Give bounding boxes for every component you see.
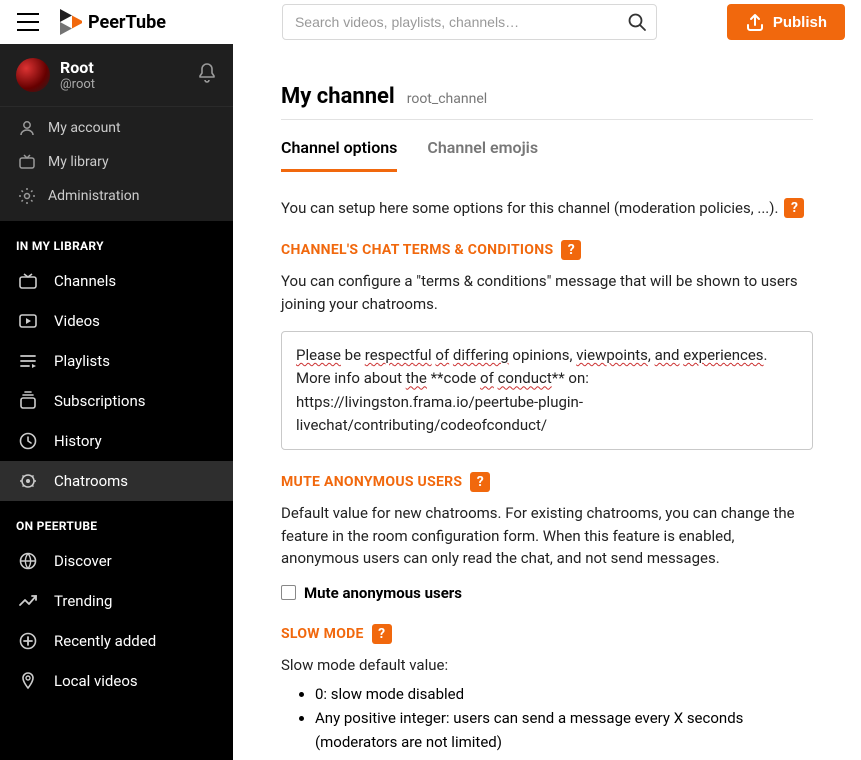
hamburger-icon [17,13,39,31]
nav-local-videos[interactable]: Local videos [0,661,233,701]
help-mute[interactable]: ? [470,472,490,492]
main-content: My channel root_channel Channel options … [233,44,861,760]
nav-channels[interactable]: Channels [0,261,233,301]
channels-icon [18,271,38,291]
sidebar-my-library[interactable]: My library [0,145,233,179]
trending-icon [18,591,38,611]
nav-discover[interactable]: Discover [0,541,233,581]
help-intro[interactable]: ? [784,198,804,218]
plus-circle-icon [18,631,38,651]
nav-recently-added-label: Recently added [54,632,156,650]
chatrooms-icon [18,471,38,491]
sidebar-my-account[interactable]: My account [0,111,233,145]
slow-bullet-0: 0: slow mode disabled [315,682,813,706]
sidebar: Root @root My account My library Adminis… [0,44,233,760]
user-handle: @root [60,77,95,92]
mute-desc: Default value for new chatrooms. For exi… [281,502,813,570]
home-pin-icon [18,671,38,691]
slow-desc: Slow mode default value: [281,654,813,677]
slow-bullets: 0: slow mode disabled Any positive integ… [315,682,813,754]
nav-playlists[interactable]: Playlists [0,341,233,381]
sidebar-administration[interactable]: Administration [0,179,233,213]
nav-subscriptions[interactable]: Subscriptions [0,381,233,421]
search-icon [627,12,647,32]
nav-history[interactable]: History [0,421,233,461]
divider [281,119,813,120]
mute-anonymous-checkbox[interactable] [281,585,296,600]
tab-channel-emojis[interactable]: Channel emojis [427,128,538,172]
user-block[interactable]: Root @root [0,44,233,107]
sidebar-administration-label: Administration [48,188,139,204]
help-slow[interactable]: ? [372,624,392,644]
user-display-name: Root [60,58,95,77]
channel-name: root_channel [407,91,487,107]
nav-channels-label: Channels [54,272,116,290]
help-terms[interactable]: ? [561,240,581,260]
videos-icon [18,311,38,331]
nav-trending-label: Trending [54,592,112,610]
section-in-my-library: IN MY LIBRARY [0,221,233,261]
gear-icon [18,187,36,205]
playlists-icon [18,351,38,371]
section-on-peertube: ON PEERTUBE [0,501,233,541]
nav-recently-added[interactable]: Recently added [0,621,233,661]
nav-local-videos-label: Local videos [54,672,138,690]
globe-icon [18,551,38,571]
page-title: My channel [281,84,395,109]
slow-bullet-1: Any positive integer: users can send a m… [315,706,813,754]
tabs: Channel options Channel emojis [281,128,813,172]
nav-chatrooms-label: Chatrooms [54,472,128,490]
nav-chatrooms[interactable]: Chatrooms [0,461,233,501]
nav-history-label: History [54,432,102,450]
peertube-icon [58,9,82,35]
slow-label: SLOW MODE [281,626,364,642]
nav-playlists-label: Playlists [54,352,110,370]
avatar [16,58,50,92]
nav-trending[interactable]: Trending [0,581,233,621]
subscriptions-icon [18,391,38,411]
tv-icon [18,153,36,171]
publish-button[interactable]: Publish [727,4,845,40]
nav-videos[interactable]: Videos [0,301,233,341]
person-icon [18,119,36,137]
bell-icon [197,62,217,84]
nav-videos-label: Videos [54,312,100,330]
menu-toggle[interactable] [16,10,40,34]
terms-desc: You can configure a "terms & conditions"… [281,270,813,315]
mute-checkbox-label: Mute anonymous users [304,584,462,602]
brand-name: PeerTube [88,12,166,33]
upload-icon [745,13,765,31]
history-icon [18,431,38,451]
sidebar-my-library-label: My library [48,154,109,170]
mute-label: MUTE ANONYMOUS USERS [281,474,462,490]
intro-text: You can setup here some options for this… [281,199,778,217]
brand-logo[interactable]: PeerTube [58,9,166,35]
nav-subscriptions-label: Subscriptions [54,392,145,410]
publish-label: Publish [773,14,827,31]
nav-discover-label: Discover [54,552,112,570]
notifications-button[interactable] [197,62,217,88]
terms-textarea[interactable]: Please be respectful of differing opinio… [281,331,813,450]
tab-channel-options[interactable]: Channel options [281,128,397,172]
search-input[interactable] [282,4,657,40]
search-button[interactable] [623,8,651,36]
sidebar-my-account-label: My account [48,120,121,136]
terms-label: CHANNEL'S CHAT TERMS & CONDITIONS [281,242,553,258]
